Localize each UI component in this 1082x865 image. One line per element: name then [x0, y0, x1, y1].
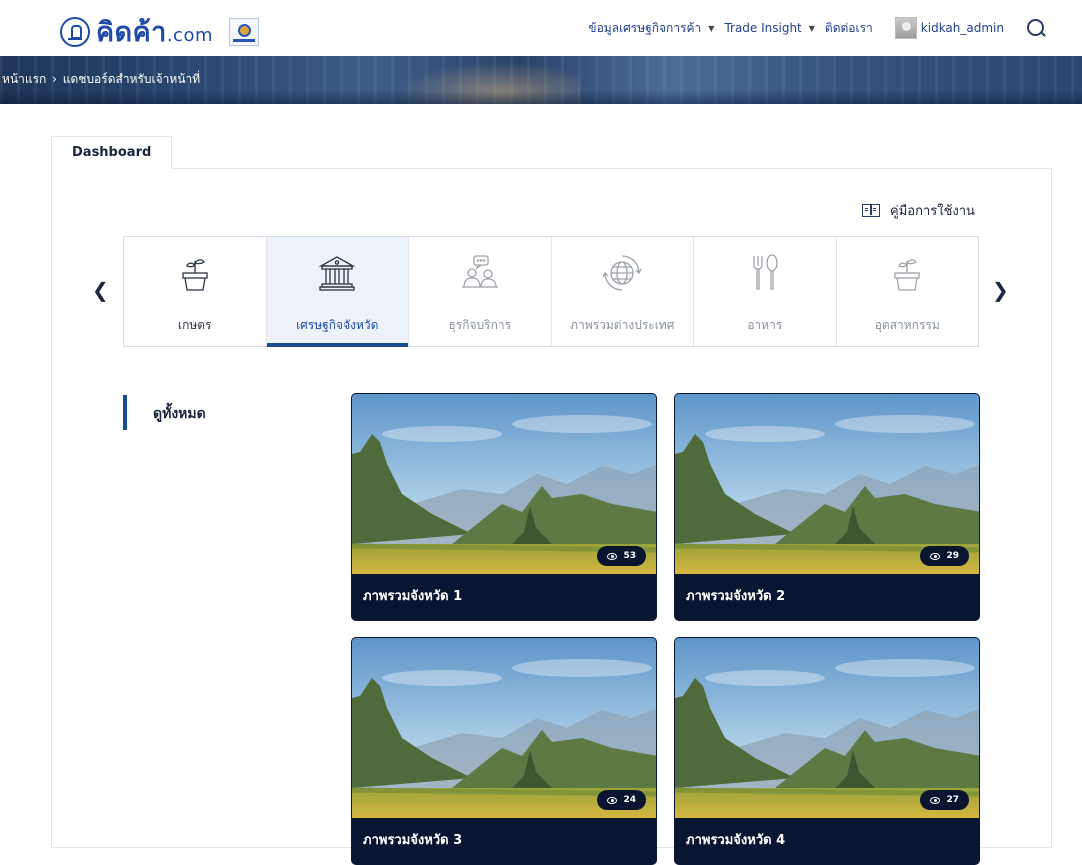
chevron-right-icon[interactable]: ❯ [992, 280, 1009, 300]
search-icon[interactable] [1026, 18, 1046, 38]
view-count: 53 [623, 551, 636, 561]
category-food[interactable]: อาหาร [694, 237, 837, 346]
dashboard-tile[interactable]: 29 ภาพรวมจังหวัด 2 [674, 393, 980, 621]
site-logo[interactable]: คิดค้า.com [60, 10, 259, 53]
tile-title: ภาพรวมจังหวัด 4 [686, 833, 786, 848]
category-provincial-economy[interactable]: เศรษฐกิจจังหวัด [266, 237, 409, 347]
user-menu[interactable]: kidkah_admin [894, 17, 1004, 39]
dashboard-tile[interactable]: 53 ภาพรวมจังหวัด 1 [351, 393, 657, 621]
tile-title: ภาพรวมจังหวัด 3 [363, 833, 463, 848]
breadcrumb-home[interactable]: หน้าแรก [2, 72, 46, 86]
user-guide-link[interactable]: คู่มือการใช้งาน [862, 200, 975, 221]
breadcrumb-separator: › [52, 72, 57, 86]
people-chat-icon [461, 255, 498, 288]
government-building-icon [318, 256, 356, 291]
top-header: คิดค้า.com ข้อมูลเศรษฐกิจการค้า ▼ Trade … [0, 0, 1082, 56]
view-count-badge: 53 [597, 546, 646, 566]
eye-icon [930, 796, 941, 804]
nav-trade-insight[interactable]: Trade Insight ▼ [724, 21, 814, 35]
chevron-left-icon[interactable]: ❮ [92, 280, 109, 300]
breadcrumb-current: แดชบอร์ดสำหรับเจ้าหน้าที่ [62, 72, 201, 86]
caret-down-icon: ▼ [708, 23, 715, 33]
main-nav: ข้อมูลเศรษฐกิจการค้า ▼ Trade Insight ▼ ต… [578, 0, 1082, 56]
dashboard-tile[interactable]: 24 ภาพรวมจังหวัด 3 [351, 637, 657, 865]
category-agriculture[interactable]: เกษตร [124, 237, 267, 346]
hero-banner: หน้าแรก › แดชบอร์ดสำหรับเจ้าหน้าที่ [0, 56, 1082, 104]
dashboard-tile[interactable]: 27 ภาพรวมจังหวัด 4 [674, 637, 980, 865]
ministry-emblem-icon [229, 17, 259, 46]
tile-thumbnail: 29 [675, 394, 979, 574]
tab-dashboard[interactable]: Dashboard [51, 136, 173, 169]
nav-contact[interactable]: ติดต่อเรา [825, 19, 873, 38]
category-international[interactable]: ภาพรวมต่างประเทศ [551, 237, 694, 346]
avatar [894, 17, 917, 39]
tile-thumbnail: 53 [352, 394, 656, 574]
view-count-badge: 27 [920, 790, 969, 810]
fork-spoon-icon [753, 254, 778, 290]
globe-icon [602, 255, 642, 291]
view-count: 29 [946, 551, 959, 561]
breadcrumb: หน้าแรก › แดชบอร์ดสำหรับเจ้าหน้าที่ [0, 70, 200, 89]
view-all-link[interactable]: ดูทั้งหมด [153, 403, 206, 425]
category-services[interactable]: ธุรกิจบริการ [409, 237, 552, 346]
sidebar-accent-bar [123, 395, 127, 430]
eye-icon [607, 796, 618, 804]
plant-pot-icon [182, 259, 208, 291]
book-icon [862, 204, 880, 217]
tile-thumbnail: 27 [675, 638, 979, 818]
view-count-badge: 29 [920, 546, 969, 566]
tile-thumbnail: 24 [352, 638, 656, 818]
category-carousel: เกษตร เศรษฐกิจจังหวัด ธุรกิจบริการ ภาพรว… [123, 236, 979, 347]
plant-pot-icon [894, 259, 920, 291]
lightbulb-logo-icon [60, 16, 90, 47]
tile-title: ภาพรวมจังหวัด 2 [686, 589, 786, 604]
logo-text: คิดค้า.com [96, 17, 213, 48]
view-count-badge: 24 [597, 790, 646, 810]
view-count: 24 [623, 795, 636, 805]
tile-title: ภาพรวมจังหวัด 1 [363, 589, 463, 604]
view-count: 27 [946, 795, 959, 805]
category-industry[interactable]: อุตสาหกรรม [836, 237, 978, 346]
nav-trade-economy[interactable]: ข้อมูลเศรษฐกิจการค้า ▼ [588, 19, 714, 38]
username: kidkah_admin [920, 21, 1004, 35]
caret-down-icon: ▼ [808, 23, 815, 33]
eye-icon [607, 552, 618, 560]
eye-icon [930, 552, 941, 560]
